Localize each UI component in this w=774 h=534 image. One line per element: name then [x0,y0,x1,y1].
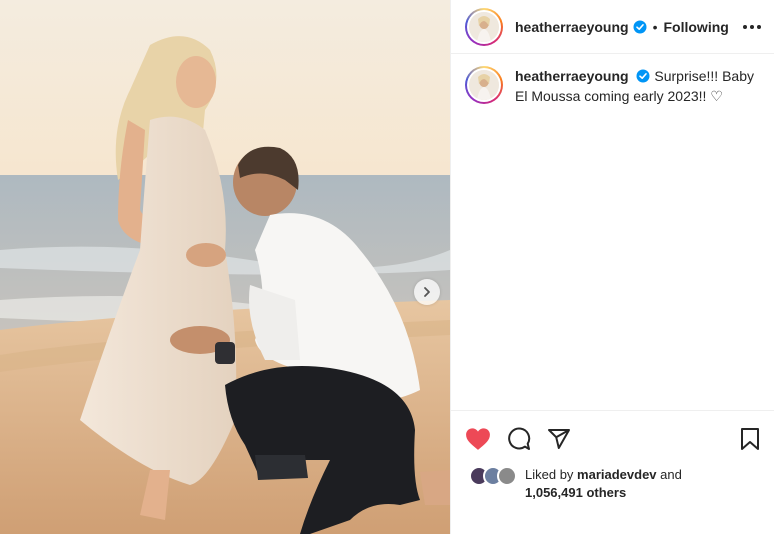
like-button[interactable] [465,427,491,451]
author-avatar[interactable] [465,7,503,46]
more-options-button[interactable] [742,24,762,30]
verified-badge-icon [633,20,647,33]
instagram-post: heatherraeyoung • Following heatherraeyo… [0,0,774,534]
comment-button[interactable] [507,426,531,451]
post-header: heatherraeyoung • Following [451,0,774,54]
avatar-image [469,11,499,42]
likes-prefix: Liked by [525,467,574,482]
liked-by-user[interactable]: mariadevdev [577,467,657,482]
post-caption: heatherraeyoung Surprise!!! Baby El Mous… [451,54,774,106]
caption-avatar[interactable] [465,66,503,104]
post-actions [451,410,774,466]
likes-join: and [660,467,682,482]
likes-count[interactable]: 1,056,491 others [525,485,626,500]
save-button[interactable] [740,427,760,451]
post-media[interactable] [0,0,450,534]
author-username[interactable]: heatherraeyoung [515,19,629,35]
separator-dot: • [652,18,658,35]
more-options-icon [743,24,761,29]
caption-username[interactable]: heatherraeyoung [515,68,629,84]
share-button[interactable] [547,427,571,451]
likes-text: Liked by mariadevdev and 1,056,491 other… [525,466,682,502]
likes-summary: Liked by mariadevdev and 1,056,491 other… [469,466,682,502]
caption-text-block: heatherraeyoung Surprise!!! Baby El Mous… [515,66,755,106]
avatar-image [469,70,499,100]
chevron-right-icon [424,287,430,297]
verified-badge-icon [636,69,650,83]
following-button[interactable]: Following [664,19,729,35]
next-slide-button[interactable] [414,279,440,305]
comment-icon [508,426,531,450]
post-photo [0,0,450,534]
liker-avatar [497,466,517,486]
liker-avatars[interactable] [469,466,521,488]
bookmark-icon [741,427,759,450]
post-side-panel: heatherraeyoung • Following heatherraeyo… [450,0,774,534]
heart-icon [466,427,490,450]
share-icon [548,428,570,449]
